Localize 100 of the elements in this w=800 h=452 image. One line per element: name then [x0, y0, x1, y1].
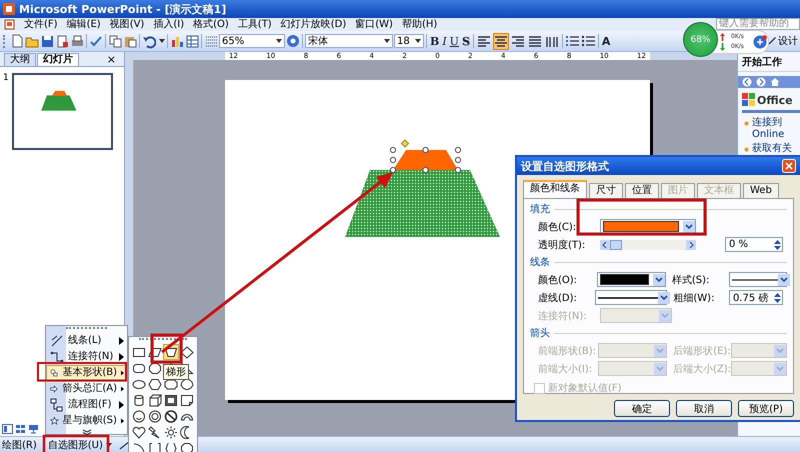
slideshow-view-icon[interactable]: [28, 424, 39, 434]
menu-item[interactable]: 工具(T): [238, 18, 272, 30]
grow-font-button[interactable]: A: [600, 33, 612, 49]
help-search-field[interactable]: 键入需要帮助的: [716, 18, 800, 30]
decagon-icon[interactable]: [179, 376, 195, 392]
weight-field[interactable]: 0.75 磅: [728, 290, 783, 305]
line-color-dropdown[interactable]: [597, 272, 666, 287]
menu-item[interactable]: 编辑(E): [66, 18, 101, 30]
undo-icon[interactable]: [142, 34, 156, 48]
folded-corner-icon[interactable]: [179, 392, 195, 408]
menu-item[interactable]: 星与旗帜(S): [46, 413, 127, 429]
slider-thumb[interactable]: [610, 240, 622, 250]
align-center-button[interactable]: [492, 32, 509, 50]
sun-icon[interactable]: [163, 424, 179, 440]
design-button[interactable]: 设计: [765, 34, 800, 48]
line-style-dropdown[interactable]: [729, 272, 787, 287]
window-title: Microsoft PowerPoint - [演示文稿1]: [19, 2, 226, 16]
bevel-icon[interactable]: [163, 392, 179, 408]
menu-item[interactable]: 连接符(N): [46, 349, 127, 365]
help-icon[interactable]: [286, 34, 300, 48]
bullet-icon: [744, 121, 749, 126]
field-label: 前端大小(I):: [538, 362, 594, 376]
expand-chevron-icon[interactable]: [82, 429, 92, 435]
task-link[interactable]: 获取有关: [752, 143, 792, 155]
pane-tab[interactable]: 大纲: [4, 53, 36, 66]
braces-icon[interactable]: [163, 440, 179, 452]
document-icon[interactable]: [55, 34, 69, 48]
back-icon[interactable]: [742, 77, 752, 87]
menu-item[interactable]: 线条(L): [46, 333, 127, 349]
no-symbol-icon[interactable]: [163, 408, 179, 424]
table-icon[interactable]: [185, 34, 199, 48]
bold-button[interactable]: B: [429, 33, 440, 49]
check-icon[interactable]: [89, 34, 103, 48]
cube-icon[interactable]: [147, 392, 163, 408]
octagon-icon[interactable]: [179, 440, 195, 452]
zoom-dropdown[interactable]: 65%: [219, 34, 285, 48]
fill-color-dropdown[interactable]: [600, 219, 696, 234]
spinner-icon[interactable]: [773, 238, 782, 250]
dialog-button[interactable]: 确定: [614, 400, 670, 417]
sorter-view-icon[interactable]: [15, 424, 26, 434]
dash-dropdown[interactable]: [595, 290, 668, 305]
pane-tab[interactable]: 幻灯片: [37, 53, 79, 66]
save-icon[interactable]: [40, 34, 54, 48]
field-label: 后端形状(E):: [673, 344, 731, 358]
up-arrow-icon: [720, 33, 725, 41]
new-document-icon[interactable]: [10, 34, 24, 48]
printer-icon[interactable]: [70, 34, 84, 48]
menu-item[interactable]: 视图(V): [110, 18, 144, 30]
numbered-list-icon[interactable]: [564, 34, 580, 48]
line-style-icon: [732, 276, 778, 282]
menu-item[interactable]: 幻灯片放映(D): [280, 18, 346, 30]
dialog-tab[interactable]: 颜色和线条: [523, 180, 587, 198]
menu-item[interactable]: 窗口(W): [355, 18, 393, 30]
down-arrow-icon: [720, 43, 725, 51]
hexagon-icon[interactable]: [147, 376, 163, 392]
checkbox-label: 新对象默认值(F): [548, 382, 622, 395]
underline-button[interactable]: U: [448, 33, 460, 49]
menu-item[interactable]: 流程图(F): [46, 397, 127, 413]
transparency-field[interactable]: 0 %: [725, 237, 783, 252]
draw-menu[interactable]: 绘图(R): [2, 438, 37, 452]
field-label: 前端形状(B):: [538, 344, 598, 358]
menu-item[interactable]: 文件(F): [24, 18, 58, 30]
add-icon[interactable]: [753, 35, 767, 49]
field-label: 连接符(N):: [538, 310, 588, 322]
document-icon[interactable]: [4, 19, 15, 30]
close-icon[interactable]: [782, 159, 796, 173]
shadow-button[interactable]: S: [460, 33, 471, 49]
donut-icon[interactable]: [147, 408, 163, 424]
heart-icon[interactable]: [131, 424, 147, 440]
italic-button[interactable]: I: [441, 33, 448, 49]
menu-item[interactable]: 格式(O): [193, 18, 229, 30]
spinner-icon[interactable]: [773, 292, 782, 304]
brackets-icon[interactable]: [147, 440, 163, 452]
tooltip: 梯形: [163, 364, 189, 380]
bullet-list-icon[interactable]: [580, 34, 596, 48]
dialog-tab[interactable]: 位置: [625, 183, 659, 198]
dialog-button[interactable]: 取消: [676, 400, 732, 417]
office-logo-icon: [742, 92, 756, 108]
dialog-tab[interactable]: 尺寸: [589, 183, 623, 198]
font-size-dropdown[interactable]: 18: [394, 34, 424, 48]
font-dropdown[interactable]: 宋体: [305, 34, 393, 48]
circle-icon[interactable]: [131, 408, 147, 424]
autoshapes-button[interactable]: 自选图形(U): [46, 438, 114, 452]
dialog-button[interactable]: 预览(P): [738, 400, 794, 417]
normal-view-icon[interactable]: [2, 424, 13, 434]
menu-item[interactable]: 箭头总汇(A): [46, 381, 127, 397]
slide-thumbnail[interactable]: [12, 73, 113, 150]
close-button[interactable]: ×: [106, 53, 116, 66]
trapezoid-shape[interactable]: [345, 170, 500, 237]
forward-icon[interactable]: [756, 77, 766, 87]
dialog-tab[interactable]: Web: [743, 183, 779, 198]
home-icon[interactable]: [770, 77, 780, 87]
dash-line-icon: [598, 294, 658, 300]
grid-icon[interactable]: [204, 34, 218, 48]
copy-icon[interactable]: [108, 34, 122, 48]
task-link[interactable]: 连接到 Online: [752, 117, 798, 141]
adjust-handle[interactable]: [400, 139, 410, 148]
menu-item[interactable]: 基本形状(B): [46, 365, 127, 381]
menu-item[interactable]: 插入(I): [153, 18, 184, 30]
menu-item[interactable]: 帮助(H): [402, 18, 438, 30]
